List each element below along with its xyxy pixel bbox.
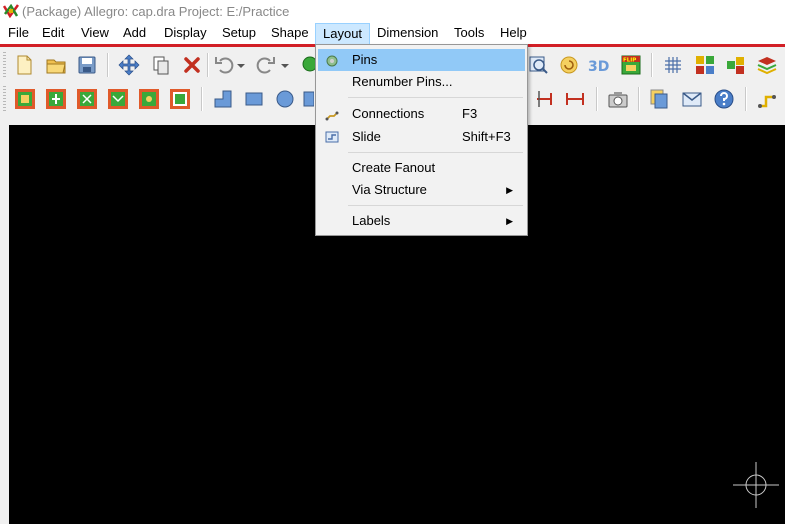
slide-icon (325, 131, 339, 143)
flip-icon[interactable]: FLIP (619, 53, 643, 77)
line-shape-icon[interactable] (211, 87, 235, 111)
help-icon[interactable] (712, 87, 736, 111)
menu-item-renumber-pins[interactable]: Renumber Pins... (318, 71, 525, 93)
stack-icon[interactable] (755, 53, 779, 77)
menu-file[interactable]: File (1, 22, 36, 44)
delete-icon[interactable] (180, 53, 204, 77)
submenu-arrow-icon: ▶ (506, 216, 513, 226)
menu-item-label: Labels (352, 213, 391, 228)
menu-shape[interactable]: Shape (264, 22, 316, 44)
allegro-logo-icon (3, 4, 19, 18)
menu-item-create-fanout[interactable]: Create Fanout (318, 157, 525, 179)
route-icon[interactable] (755, 87, 779, 111)
layers-icon[interactable] (724, 53, 748, 77)
envelope-icon[interactable] (680, 87, 704, 111)
redo-dropdown-icon[interactable] (278, 53, 292, 77)
menu-display[interactable]: Display (157, 22, 214, 44)
submenu-arrow-icon: ▶ (506, 185, 513, 195)
menu-item-slide[interactable]: Slide Shift+F3 (318, 126, 525, 148)
report-icon[interactable] (648, 87, 672, 111)
component-1-icon[interactable] (13, 87, 37, 111)
open-folder-icon[interactable] (44, 53, 68, 77)
dimension-1-icon[interactable] (533, 87, 557, 111)
menu-item-label: Pins (352, 52, 378, 67)
shortcut-label: F3 (462, 106, 478, 121)
title-bar: (Package) Allegro: cap.dra Project: E:/P… (0, 0, 785, 22)
camera-icon[interactable] (606, 87, 630, 111)
toolbar-grip[interactable] (3, 52, 6, 78)
save-icon[interactable] (75, 53, 99, 77)
grid-icon[interactable] (661, 53, 685, 77)
menu-layout[interactable]: Layout (315, 23, 371, 45)
undo-icon[interactable] (212, 53, 236, 77)
component-3-icon[interactable] (75, 87, 99, 111)
3d-view-icon[interactable]: 3D (587, 53, 611, 77)
window-title: (Package) Allegro: cap.dra Project: E:/P… (22, 4, 290, 19)
menu-edit[interactable]: Edit (35, 22, 71, 44)
circle-shape-icon[interactable] (273, 87, 297, 111)
flip-label: FLIP (623, 58, 636, 64)
redo-icon[interactable] (254, 53, 278, 77)
3d-label: 3D (588, 59, 609, 75)
menu-item-label: Create Fanout (352, 160, 436, 175)
toolbar-grip[interactable] (3, 86, 6, 112)
crosshair-cursor-icon (733, 462, 779, 508)
menu-tools[interactable]: Tools (447, 22, 491, 44)
shortcut-label: Shift+F3 (462, 129, 511, 144)
component-6-icon[interactable] (168, 87, 192, 111)
menu-item-label: Via Structure (352, 182, 427, 197)
menu-add[interactable]: Add (116, 22, 153, 44)
menu-view[interactable]: View (74, 22, 116, 44)
menu-item-label: Slide (352, 129, 381, 144)
zoom-fit-icon[interactable] (526, 53, 550, 77)
component-5-icon[interactable] (137, 87, 161, 111)
menu-dimension[interactable]: Dimension (370, 22, 445, 44)
menu-item-pins[interactable]: Pins (318, 49, 525, 71)
menu-item-label: Renumber Pins... (352, 74, 453, 89)
menu-item-connections[interactable]: Connections F3 (318, 103, 525, 125)
component-2-icon[interactable] (44, 87, 68, 111)
undo-dropdown-icon[interactable] (234, 53, 248, 77)
menu-item-via-structure[interactable]: Via Structure ▶ (318, 179, 525, 201)
rectangle-shape-icon[interactable] (242, 87, 266, 111)
menu-item-label: Connections (352, 106, 425, 121)
new-file-icon[interactable] (12, 53, 36, 77)
copy-icon[interactable] (149, 53, 173, 77)
connections-icon (325, 111, 339, 121)
move-icon[interactable] (117, 53, 141, 77)
dimension-2-icon[interactable] (563, 87, 587, 111)
menu-item-labels[interactable]: Labels ▶ (318, 210, 525, 232)
menu-help[interactable]: Help (493, 22, 534, 44)
layout-menu-dropdown: Pins Renumber Pins... Connections F3 Sli… (315, 44, 528, 236)
color-icon[interactable] (693, 53, 717, 77)
polygon-shape-icon[interactable] (302, 87, 314, 111)
refresh-icon[interactable] (557, 53, 581, 77)
menu-setup[interactable]: Setup (215, 22, 263, 44)
component-4-icon[interactable] (106, 87, 130, 111)
pins-icon (326, 55, 338, 67)
